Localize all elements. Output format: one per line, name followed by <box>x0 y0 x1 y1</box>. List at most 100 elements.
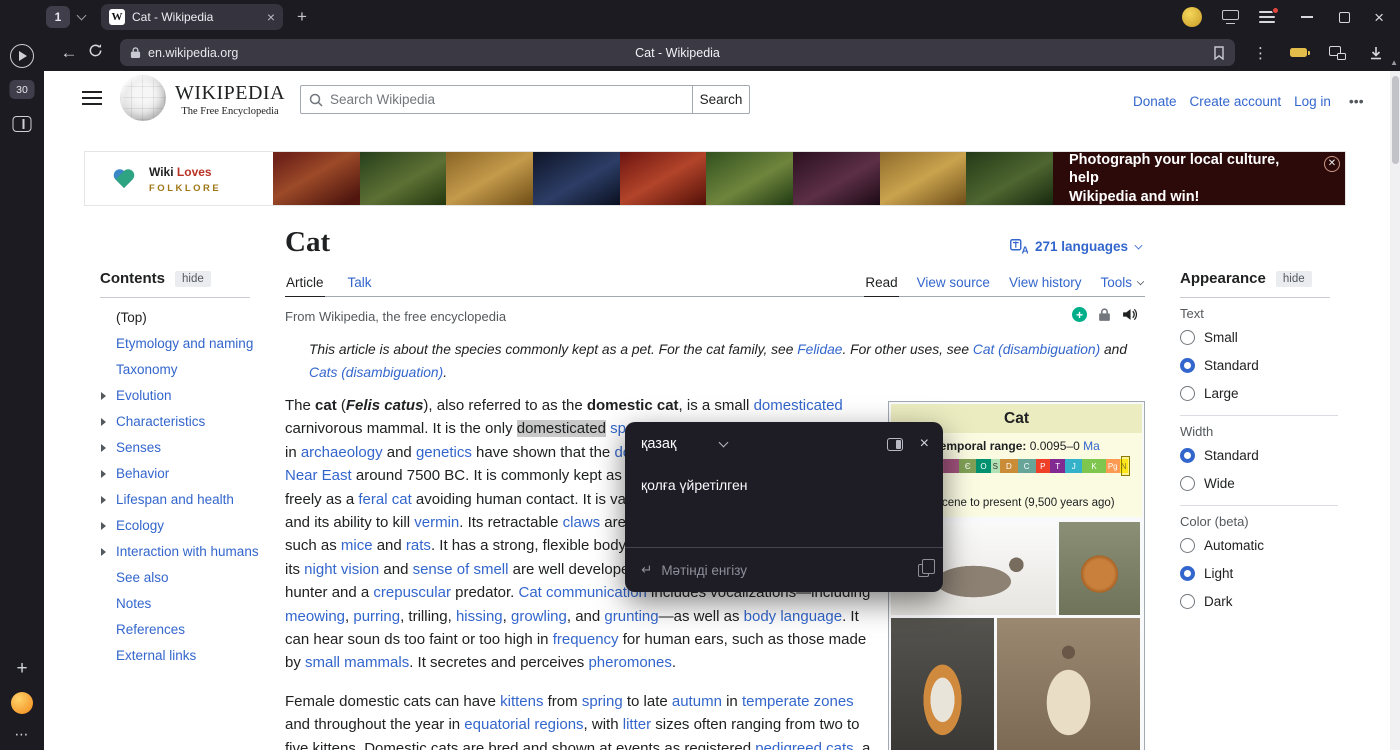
cat-photo-2[interactable] <box>1059 522 1140 615</box>
toc-link[interactable]: Evolution <box>116 388 172 403</box>
browser-tab[interactable]: W Cat - Wikipedia × <box>101 4 283 30</box>
radio-option[interactable]: Wide <box>1180 469 1355 497</box>
toc-link[interactable]: Lifespan and health <box>116 492 234 507</box>
toc-link[interactable]: References <box>116 622 185 637</box>
toc-hide-button[interactable]: hide <box>175 271 211 287</box>
toc-link[interactable]: Interaction with humans <box>116 544 259 559</box>
radio-option[interactable]: Small <box>1180 323 1355 351</box>
toc-link[interactable]: See also <box>116 570 169 585</box>
popup-close-icon[interactable]: × <box>920 436 929 452</box>
toc-item[interactable]: (Top) <box>100 305 268 331</box>
radio-icon[interactable] <box>1180 594 1195 609</box>
toc-link[interactable]: (Top) <box>116 310 147 325</box>
tab-view-history[interactable]: View history <box>1008 275 1083 296</box>
wikipedia-logo[interactable] <box>120 75 166 121</box>
close-window-button[interactable]: × <box>1374 9 1384 26</box>
download-icon[interactable] <box>1368 45 1384 61</box>
search-button[interactable]: Search <box>693 85 750 114</box>
radio-icon[interactable] <box>1180 476 1195 491</box>
radio-option[interactable]: Large <box>1180 379 1355 407</box>
radio-option[interactable]: Light <box>1180 559 1355 587</box>
rail-overflow-icon[interactable]: ⋯ <box>15 726 30 743</box>
cat-photo-4[interactable] <box>997 618 1140 750</box>
toc-item[interactable]: Characteristics <box>100 409 268 435</box>
toc-link[interactable]: Taxonomy <box>116 362 178 377</box>
scrollbar-up-arrow[interactable]: ▲ <box>1390 58 1398 67</box>
user-menu-icon[interactable]: ••• <box>1349 93 1364 109</box>
toc-item[interactable]: Taxonomy <box>100 357 268 383</box>
scrollbar-thumb[interactable] <box>1392 76 1399 164</box>
toc-expand-icon[interactable] <box>101 418 106 426</box>
timescale-segment[interactable]: K <box>1082 459 1106 473</box>
toc-expand-icon[interactable] <box>101 444 106 452</box>
search-input[interactable] <box>330 92 684 107</box>
radio-option[interactable]: Standard <box>1180 351 1355 379</box>
split-view-icon[interactable] <box>13 116 32 132</box>
toc-item[interactable]: See also <box>100 565 268 591</box>
good-article-icon[interactable]: + <box>1072 307 1087 322</box>
timescale-segment[interactable]: C <box>1018 459 1036 473</box>
temporal-range-unit-link[interactable]: Ma <box>1083 439 1100 453</box>
donate-link[interactable]: Donate <box>1133 94 1177 109</box>
copy-icon[interactable] <box>918 564 929 577</box>
toc-link[interactable]: Notes <box>116 596 151 611</box>
radio-icon[interactable] <box>1180 358 1195 373</box>
radio-option[interactable]: Standard <box>1180 441 1355 469</box>
profile-avatar[interactable] <box>1182 7 1202 27</box>
url-bar[interactable]: en.wikipedia.org Cat - Wikipedia <box>120 39 1235 66</box>
banner-close-icon[interactable]: ✕ <box>1324 156 1340 172</box>
app-menu-icon[interactable] <box>1259 11 1275 23</box>
tab-article[interactable]: Article <box>285 275 325 297</box>
toc-item[interactable]: Evolution <box>100 383 268 409</box>
toc-item[interactable]: Notes <box>100 591 268 617</box>
radio-icon[interactable] <box>1180 330 1195 345</box>
protection-lock-icon[interactable] <box>1098 307 1111 322</box>
toc-link[interactable]: External links <box>116 648 196 663</box>
bookmark-icon[interactable] <box>1213 46 1225 60</box>
radio-icon[interactable] <box>1180 566 1195 581</box>
toc-item[interactable]: Lifespan and health <box>100 487 268 513</box>
workspace-indicator[interactable]: 1 <box>46 6 70 28</box>
toc-item[interactable]: References <box>100 617 268 643</box>
toc-expand-icon[interactable] <box>101 470 106 478</box>
zen-logo-icon[interactable] <box>11 692 33 714</box>
radio-option[interactable]: Automatic <box>1180 531 1355 559</box>
minimize-button[interactable] <box>1301 16 1313 18</box>
toc-expand-icon[interactable] <box>101 496 106 504</box>
timescale-segment[interactable]: T <box>1050 459 1065 473</box>
timescale-segment[interactable]: S <box>991 459 1000 473</box>
play-button-icon[interactable] <box>10 44 34 68</box>
timescale-segment[interactable]: J <box>1065 459 1082 473</box>
tab-read[interactable]: Read <box>864 275 898 297</box>
page-scrollbar[interactable] <box>1390 71 1400 750</box>
language-dropdown-chevron-icon[interactable] <box>719 438 729 448</box>
open-in-panel-icon[interactable] <box>887 438 903 451</box>
tab-view-source[interactable]: View source <box>916 275 991 296</box>
login-link[interactable]: Log in <box>1294 94 1331 109</box>
cat-photo-3[interactable] <box>891 618 994 750</box>
toc-link[interactable]: Senses <box>116 440 161 455</box>
workspace-chevron-icon[interactable] <box>77 10 87 20</box>
toc-link[interactable]: Characteristics <box>116 414 205 429</box>
extension-badge[interactable]: 30 <box>10 80 35 99</box>
tab-talk[interactable]: Talk <box>347 275 373 296</box>
new-tab-button[interactable]: + <box>297 7 307 27</box>
appearance-hide-button[interactable]: hide <box>1276 271 1312 287</box>
reload-button[interactable] <box>82 43 108 63</box>
wikipedia-wordmark[interactable]: WIKIPEDIA The Free Encyclopedia <box>175 82 285 117</box>
wiki-loves-folklore-banner[interactable]: Wiki Loves FOLKLORE Photograph your loca… <box>85 152 1345 205</box>
maximize-button[interactable] <box>1339 12 1350 23</box>
timescale-segment[interactable]: O <box>976 459 990 473</box>
timescale-segment[interactable]: Є <box>959 459 976 473</box>
back-button[interactable]: ← <box>56 43 82 63</box>
radio-icon[interactable] <box>1180 386 1195 401</box>
timescale-segment[interactable]: Pg <box>1106 459 1120 473</box>
radio-icon[interactable] <box>1180 538 1195 553</box>
toc-item[interactable]: Etymology and naming <box>100 331 268 357</box>
languages-button[interactable]: A 271 languages <box>1010 239 1142 254</box>
radio-option[interactable]: Dark <box>1180 587 1355 615</box>
add-workspace-button[interactable]: + <box>16 658 27 680</box>
search-input-wrap[interactable] <box>300 85 693 114</box>
target-language-label[interactable]: қазақ <box>641 436 676 452</box>
toc-item[interactable]: Interaction with humans <box>100 539 268 565</box>
